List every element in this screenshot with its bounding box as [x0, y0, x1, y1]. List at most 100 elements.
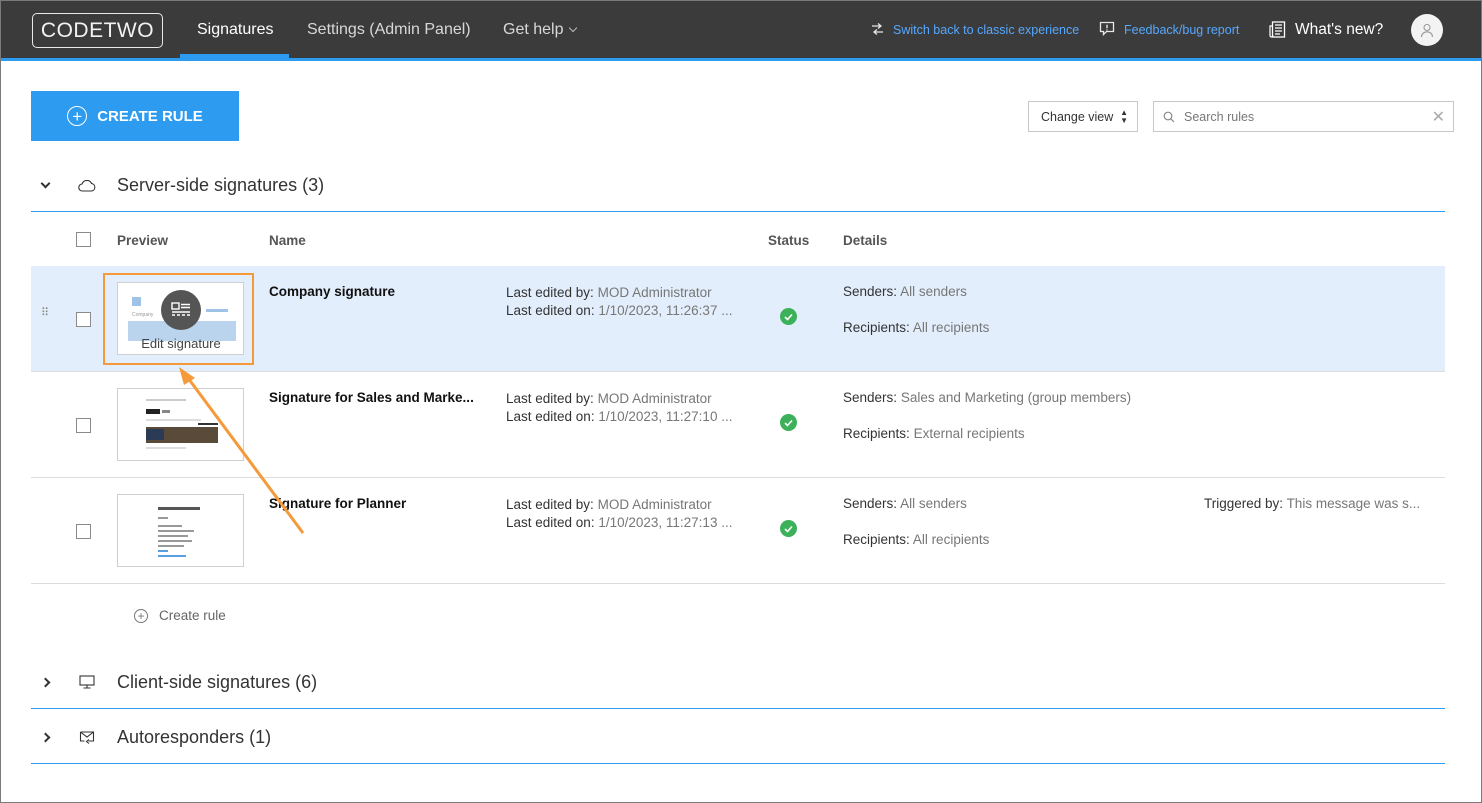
- feedback-link[interactable]: Feedback/bug report: [1099, 1, 1239, 58]
- section-server-side[interactable]: Server-side signatures (3): [31, 160, 1445, 212]
- signature-preview-thumbnail[interactable]: [117, 494, 244, 567]
- status-active-icon: [780, 308, 797, 325]
- recipients-label: Recipients:: [843, 426, 910, 441]
- edited-by-label: Last edited by:: [506, 497, 594, 512]
- section-title: Server-side signatures (3): [117, 175, 325, 195]
- column-header-preview: Preview: [117, 233, 169, 248]
- create-rule-link-label: Create rule: [159, 608, 226, 623]
- topbar-accent-line: [1, 58, 1481, 61]
- rule-edit-info: Last edited by: MOD Administrator Last e…: [506, 284, 732, 320]
- select-all-checkbox[interactable]: [76, 232, 91, 247]
- whats-new-label: What's new?: [1295, 20, 1384, 38]
- nav-get-help[interactable]: Get help: [503, 1, 578, 58]
- chevron-right-icon[interactable]: [35, 677, 55, 687]
- swap-arrows-icon: [871, 22, 884, 38]
- create-rule-link[interactable]: + Create rule: [134, 608, 226, 623]
- recipients-label: Recipients:: [843, 532, 910, 547]
- codetwo-logo[interactable]: CODE TWO: [32, 13, 163, 48]
- row-checkbox[interactable]: [76, 524, 91, 539]
- status-active-icon: [780, 520, 797, 537]
- feedback-label: Feedback/bug report: [1124, 22, 1240, 37]
- edit-signature-label: Edit signature: [141, 336, 221, 351]
- edited-on-label: Last edited on:: [506, 303, 595, 318]
- row-checkbox[interactable]: [76, 418, 91, 433]
- rule-edit-info: Last edited by: MOD Administrator Last e…: [506, 390, 732, 426]
- edit-signature-icon[interactable]: [161, 290, 201, 330]
- nav-signatures[interactable]: Signatures: [197, 1, 274, 58]
- top-navigation-bar: CODE TWO Signatures Settings (Admin Panel…: [1, 1, 1481, 58]
- section-autoresponders[interactable]: Autoresponders (1): [31, 711, 1445, 764]
- senders-detail: Senders: All senders: [843, 284, 967, 299]
- nav-settings[interactable]: Settings (Admin Panel): [307, 1, 471, 58]
- rule-name[interactable]: Company signature: [269, 284, 395, 299]
- edited-by-value: MOD Administrator: [597, 497, 712, 512]
- senders-label: Senders:: [843, 496, 898, 511]
- table-row[interactable]: Signature for Planner Last edited by: MO…: [31, 478, 1445, 584]
- senders-label: Senders:: [843, 284, 898, 299]
- recipients-detail: Recipients: External recipients: [843, 426, 1025, 441]
- senders-detail: Senders: Sales and Marketing (group memb…: [843, 390, 1131, 405]
- search-icon: [1154, 111, 1184, 123]
- edited-on-value: 1/10/2023, 11:26:37 ...: [598, 303, 733, 318]
- edited-by-value: MOD Administrator: [597, 391, 712, 406]
- recipients-detail: Recipients: All recipients: [843, 320, 989, 335]
- change-view-select[interactable]: Change view ▲ ▼: [1028, 101, 1138, 132]
- table-header: Preview Name Status Details: [31, 214, 1445, 266]
- plus-circle-icon: +: [67, 106, 88, 126]
- edited-on-label: Last edited on:: [506, 515, 595, 530]
- rule-name[interactable]: Signature for Planner: [269, 496, 406, 511]
- recipients-value: All recipients: [912, 320, 990, 335]
- switch-classic-label: Switch back to classic experience: [893, 22, 1080, 37]
- recipients-label: Recipients:: [843, 320, 910, 335]
- senders-detail: Senders: All senders: [843, 496, 967, 511]
- status-active-icon: [780, 414, 797, 431]
- user-avatar[interactable]: [1411, 14, 1443, 46]
- triggered-by-label: Triggered by:: [1204, 496, 1284, 511]
- section-client-side[interactable]: Client-side signatures (6): [31, 656, 1445, 709]
- search-input[interactable]: [1184, 109, 1414, 124]
- signature-preview-thumbnail[interactable]: [117, 388, 244, 461]
- chevron-down-icon[interactable]: [35, 178, 55, 189]
- section-title: Client-side signatures (6): [117, 671, 318, 692]
- edited-on-value: 1/10/2023, 11:27:10 ...: [598, 409, 733, 424]
- create-rule-label: CREATE RULE: [97, 107, 203, 125]
- create-rule-button[interactable]: + CREATE RULE: [31, 91, 239, 141]
- switch-classic-link[interactable]: Switch back to classic experience: [871, 1, 1079, 58]
- senders-value: All senders: [900, 284, 967, 299]
- rule-name[interactable]: Signature for Sales and Marke...: [269, 390, 474, 405]
- recipients-value: External recipients: [913, 426, 1025, 441]
- chevron-down-icon: [569, 23, 578, 33]
- drag-handle-icon[interactable]: ⠿: [41, 308, 49, 319]
- recipients-value: All recipients: [912, 532, 990, 547]
- triggered-by-detail: Triggered by: This message was s...: [1204, 496, 1420, 511]
- user-icon: [1420, 23, 1434, 38]
- edited-by-label: Last edited by:: [506, 285, 594, 300]
- section-title: Autoresponders (1): [117, 726, 272, 747]
- monitor-icon: [75, 675, 99, 689]
- senders-value: All senders: [900, 496, 967, 511]
- logo-text-accent: TWO: [103, 18, 155, 42]
- nav-get-help-label: Get help: [503, 21, 564, 38]
- rule-edit-info: Last edited by: MOD Administrator Last e…: [506, 496, 732, 532]
- clear-search-icon[interactable]: ✕: [1432, 107, 1445, 127]
- edited-on-value: 1/10/2023, 11:27:13 ...: [598, 515, 733, 530]
- mail-reply-icon: [75, 730, 99, 744]
- row-checkbox[interactable]: [76, 312, 91, 327]
- column-header-details: Details: [843, 233, 888, 248]
- chevron-right-icon[interactable]: [35, 732, 55, 742]
- edit-signature-overlay[interactable]: Edit signature: [119, 284, 243, 354]
- whats-new-link[interactable]: What's new?: [1269, 1, 1383, 58]
- app-window: CODE TWO Signatures Settings (Admin Panel…: [0, 0, 1482, 803]
- search-rules-box[interactable]: ✕: [1153, 101, 1454, 132]
- change-view-label: Change view: [1041, 109, 1114, 124]
- table-row[interactable]: Signature for Sales and Marke... Last ed…: [31, 372, 1445, 478]
- edited-on-label: Last edited on:: [506, 409, 595, 424]
- table-row[interactable]: ⠿ Company Company signature Last edited …: [31, 266, 1445, 372]
- column-header-status[interactable]: Status: [768, 233, 809, 248]
- triggered-by-value: This message was s...: [1286, 496, 1421, 511]
- edited-by-value: MOD Administrator: [597, 285, 712, 300]
- recipients-detail: Recipients: All recipients: [843, 532, 989, 547]
- newspaper-icon: [1269, 21, 1286, 38]
- column-header-name[interactable]: Name: [269, 233, 306, 248]
- sort-updown-icon: ▲ ▼: [1120, 108, 1128, 125]
